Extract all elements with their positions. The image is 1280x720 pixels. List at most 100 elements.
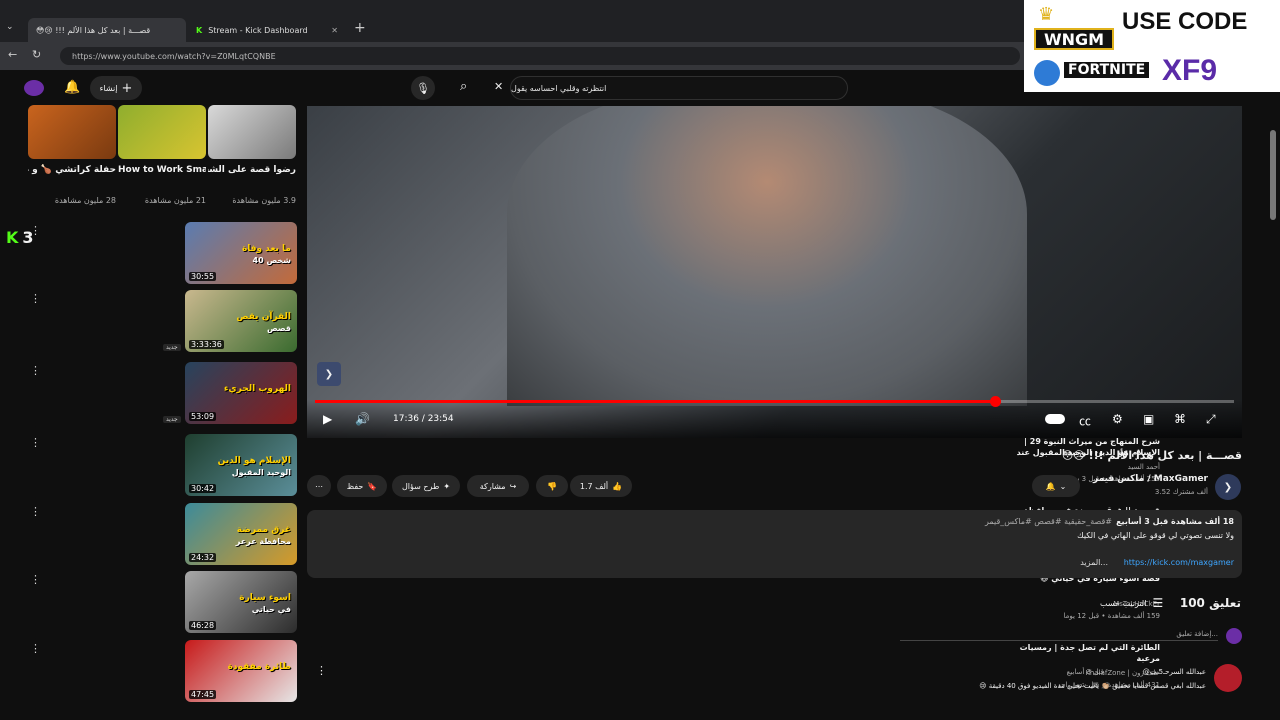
page-scrollbar-thumb[interactable] (1270, 130, 1276, 220)
notifications-bell-icon[interactable]: 🔔 (64, 80, 80, 95)
add-comment-input[interactable]: إضافة تعليق... (900, 630, 1218, 641)
related-video-thumbnail[interactable]: القرآن يقص قصص 3:33:36 (185, 290, 297, 352)
clear-search-button[interactable]: ✕ (494, 80, 503, 93)
mic-button[interactable]: 🎙 (411, 76, 435, 100)
related-video-menu-icon[interactable]: ⋮ (30, 505, 41, 518)
tab-youtube[interactable]: قصـــة | بعد كل هذا الألم !!! 😢😳 (28, 18, 186, 42)
search-input[interactable]: انتظرته وقلبي احساسه يقول (510, 76, 848, 100)
close-tab-icon[interactable]: ✕ (331, 26, 338, 35)
comment-author[interactable]: @عبدالله السرحـ5ـت (1106, 668, 1206, 676)
search-button[interactable]: ⌕ (460, 79, 467, 94)
description-link[interactable]: https://kick.com/maxgamer (1124, 558, 1234, 567)
autoplay-toggle[interactable] (1045, 414, 1065, 424)
related-video-thumbnail[interactable]: الإسلام هو الدين الوحيد المقبول 30:42 (185, 434, 297, 496)
related-video-thumbnail[interactable]: ما بعد وفاة شخص 40 30:55 (185, 222, 297, 284)
dislike-button[interactable]: 👎 (536, 475, 568, 497)
related-video-title[interactable]: الطائرة التي لم تصل جدة | رمسيات مرعبة (1000, 642, 1160, 666)
more-actions-button[interactable]: ⋯ (307, 475, 331, 497)
related-video-menu-icon[interactable]: ⋮ (30, 436, 41, 449)
top-rec-title[interactable]: حفلة كراتشي 🍗 و 4عملها بيير... (28, 164, 116, 177)
top-rec-title[interactable]: رضوا قصة على الشخص الخطأ (208, 164, 296, 177)
top-rec-thumb[interactable] (118, 105, 206, 159)
thumbnail-caption: القرآن يقص (236, 312, 291, 322)
rocket-league-icon (1034, 60, 1060, 86)
miniplayer-icon[interactable]: ▣ (1143, 412, 1154, 426)
mic-icon: 🎙 (416, 81, 430, 95)
related-video-thumbnail[interactable]: اسوء سيارة في حياتي 46:28 (185, 571, 297, 633)
related-video-thumbnail[interactable]: الهروب الجريء 53:09 (185, 362, 297, 424)
share-button[interactable]: مشاركة ↪ (467, 475, 529, 497)
channel-avatar[interactable]: ❯ (1215, 474, 1241, 500)
related-video-thumbnail[interactable]: طائرة مفقودة 47:45 (185, 640, 297, 702)
save-button[interactable]: حفظ 🔖 (337, 475, 387, 497)
thumbnail-caption: الوحيد المقبول (231, 468, 291, 477)
description-box[interactable]: 18 ألف مشاهدة قبل 3 أسابيع #قصة_حقيقية #… (307, 510, 1242, 578)
video-duration: 53:09 (189, 412, 217, 421)
channel-name[interactable]: ماكس قيمر / MaxGamer (1090, 474, 1208, 484)
url-text: https://www.youtube.com/watch?v=Z0MLqtCQ… (72, 51, 276, 61)
thumbnail-caption: محافظة عرعر (235, 537, 291, 546)
like-button[interactable]: 1.7 ألف 👍 (570, 475, 632, 497)
related-video-menu-icon[interactable]: ⋮ (30, 292, 41, 305)
comment-time: قبل 3 أسابيع (1066, 668, 1104, 676)
progress-track[interactable] (315, 396, 1234, 407)
time-display: 17:36 / 23:54 (393, 414, 454, 424)
related-video-thumbnail[interactable]: غرق ممرضة محافظة عرعر 24:32 (185, 503, 297, 565)
share-label: مشاركة (479, 481, 506, 491)
cast-icon[interactable]: ⌘ (1174, 412, 1186, 426)
thumbs-up-icon: 👍 (612, 481, 623, 491)
kick-logo-icon: K (6, 228, 19, 247)
related-video-menu-icon[interactable]: ⋮ (30, 573, 41, 586)
promo-brand: WNGM (1034, 28, 1114, 50)
top-rec-title[interactable]: How to Work Smarter, Not (118, 164, 206, 177)
create-label: إنشاء (99, 83, 118, 93)
new-badge: جديد (163, 344, 181, 351)
comment-menu-icon[interactable]: ⋮ (316, 664, 327, 677)
top-rec-views: 28 مليون مشاهدة (54, 196, 116, 205)
fullscreen-icon[interactable]: ⤢ (1206, 412, 1216, 427)
thumbnail-caption: طائرة مفقودة (227, 662, 291, 672)
sort-button[interactable]: الترتيب حسب ☰ (1100, 596, 1163, 610)
related-video-channel[interactable]: أحمد السيد (1000, 462, 1160, 472)
url-field[interactable]: https://www.youtube.com/watch?v=Z0MLqtCQ… (60, 47, 1020, 65)
bookmark-icon: 🔖 (367, 481, 378, 491)
volume-button[interactable]: 🔊 (355, 412, 370, 426)
video-player[interactable]: ❯ ▶ 🔊 17:36 / 23:54 ㏄ ⚙ ▣ ⌘ ⤢ (307, 106, 1242, 438)
create-button[interactable]: إنشاء + (90, 76, 142, 100)
progress-scrubber[interactable] (990, 396, 1002, 407)
play-button[interactable]: ▶ (323, 412, 332, 426)
thumbnail-caption: الإسلام هو الدين (217, 456, 291, 466)
related-video-menu-icon[interactable]: ⋮ (30, 364, 41, 377)
promo-use-code: USE CODE (1122, 8, 1248, 35)
progress-played (315, 400, 996, 403)
promo-code: XF9 (1162, 54, 1218, 87)
plus-icon: + (121, 80, 133, 96)
top-rec-thumb[interactable] (208, 105, 296, 159)
related-video-menu-icon[interactable]: ⋮ (30, 642, 41, 655)
settings-gear-icon[interactable]: ⚙ (1112, 412, 1123, 426)
thumbnail-caption: شخص 40 (252, 256, 291, 265)
bell-icon: 🔔 (1045, 481, 1056, 491)
avatar[interactable] (24, 80, 44, 96)
subscribed-button[interactable]: 🔔 ⌄ (1032, 475, 1080, 497)
video-duration: 46:28 (189, 621, 217, 630)
tab-list-chevron-icon[interactable]: ⌄ (6, 22, 14, 32)
like-count: 1.7 ألف (579, 481, 609, 491)
new-tab-button[interactable]: + (354, 20, 366, 36)
save-label: حفظ (346, 481, 364, 491)
reload-icon[interactable]: ↻ (32, 48, 41, 61)
related-video-menu-icon[interactable]: ⋮ (30, 224, 41, 237)
video-duration: 24:32 (189, 553, 217, 562)
description-more[interactable]: ...المزيد (1080, 558, 1108, 567)
ask-button[interactable]: طرح سؤال ✦ (392, 475, 460, 497)
back-icon[interactable]: ← (8, 48, 17, 61)
tab-kick[interactable]: K Stream - Kick Dashboard ✕ (188, 18, 346, 42)
top-rec-thumb[interactable] (28, 105, 116, 159)
subtitles-icon[interactable]: ㏄ (1079, 412, 1091, 429)
video-duration: 30:55 (189, 272, 217, 281)
ask-label: طرح سؤال (401, 481, 440, 491)
thumbnail-caption: الهروب الجريء (223, 384, 291, 394)
video-title: قصـــة | بعد كل هذا الألم !!! 😢😳 (1061, 449, 1242, 462)
related-video-meta: 159 ألف مشاهدة • قبل 12 يوما (1063, 612, 1160, 620)
comment-author-avatar[interactable] (1214, 664, 1242, 692)
